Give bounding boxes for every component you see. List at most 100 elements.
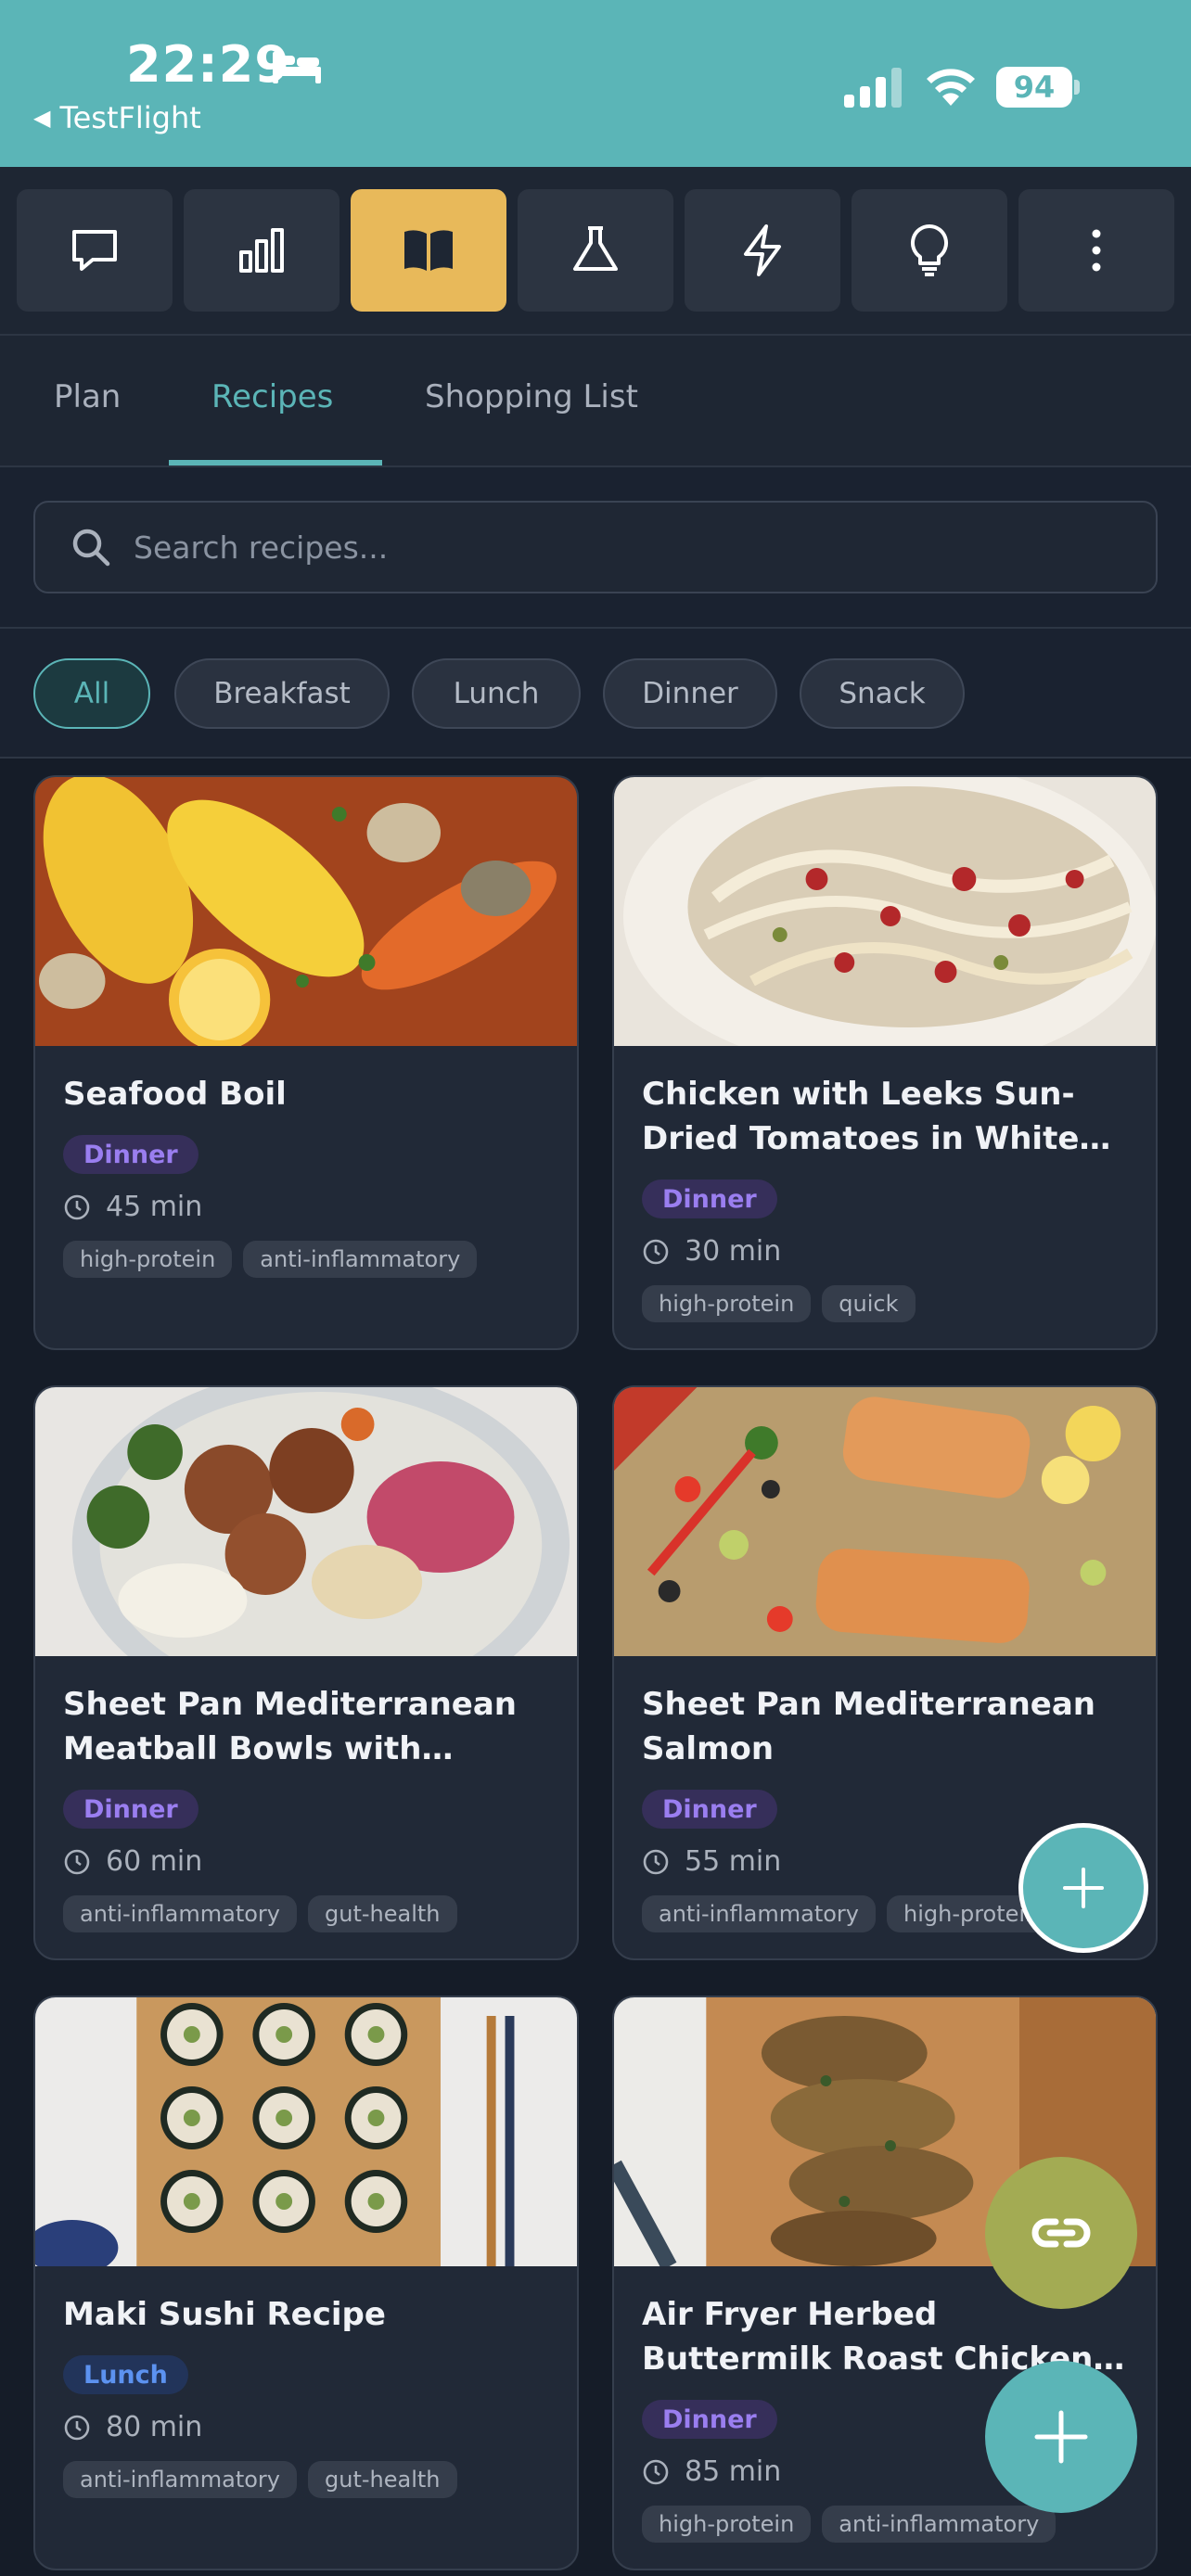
bed-icon (273, 52, 321, 83)
recipe-title: Chicken with Leeks Sun-Dried Tomatoes in… (642, 1076, 1080, 1157)
recipe-title: Sheet Pan Mediterranean Salmon (642, 1686, 1095, 1767)
clock-icon (64, 1849, 90, 1874)
search-area (0, 467, 1191, 629)
tab-shopping-list[interactable]: Shopping List (425, 378, 638, 415)
search-input[interactable] (134, 529, 1156, 566)
tag: anti-inflammatory (63, 2461, 297, 2498)
status-time: 22:29 (126, 35, 290, 94)
meal-badge: Lunch (63, 2355, 188, 2394)
cook-time-value: 60 min (106, 1845, 203, 1878)
tag-list: high-protein anti-inflammatory (63, 1241, 478, 1278)
cook-time: 80 min (63, 2411, 202, 2443)
tag: high-protein (63, 1241, 233, 1278)
tag: high-protein (642, 2506, 812, 2543)
recipe-title: Sheet Pan Mediterranean Meatball Bowls w… (63, 1686, 517, 1767)
tag: high-protein (642, 1285, 812, 1322)
lab-button[interactable] (518, 189, 673, 312)
tag: gut-health (308, 1895, 457, 1932)
cook-time-value: 85 min (685, 2455, 782, 2488)
plus-icon (1034, 2410, 1088, 2464)
filter-lunch[interactable]: Lunch (412, 658, 581, 729)
toolbar (0, 167, 1191, 336)
tag-list: high-protein quick (642, 1285, 916, 1322)
clock-icon (64, 1194, 90, 1219)
chat-bubble-icon (72, 230, 117, 271)
cook-time-value: 80 min (106, 2411, 203, 2443)
filter-breakfast[interactable]: Breakfast (174, 658, 390, 729)
bar-chart-icon (239, 228, 284, 273)
filter-snack[interactable]: Snack (800, 658, 965, 729)
quick-actions-button[interactable] (685, 189, 840, 312)
filter-all[interactable]: All (33, 658, 150, 729)
battery-nub (1074, 80, 1080, 95)
recipe-image-maki-sushi (35, 1997, 577, 2266)
meal-badge: Dinner (642, 1180, 777, 1218)
more-button[interactable] (1018, 189, 1174, 312)
recipe-image-seafood-boil (35, 777, 577, 1046)
tag: gut-health (308, 2461, 457, 2498)
tab-recipes[interactable]: Recipes (211, 378, 333, 415)
meal-badge: Dinner (642, 1790, 777, 1829)
search-icon (72, 529, 110, 567)
recipes-book-button[interactable] (351, 189, 506, 312)
status-bar: 22:29 ◀ TestFlight 94 (0, 0, 1191, 167)
more-vertical-icon (1092, 229, 1101, 272)
recipe-card[interactable]: Sheet Pan Mediterranean Meatball Bowls w… (33, 1385, 579, 1960)
meal-filter-bar: All Breakfast Lunch Dinner Snack (0, 629, 1191, 759)
back-arrow-icon: ◀ (33, 105, 51, 131)
tag: quick (822, 1285, 916, 1322)
tab-plan[interactable]: Plan (54, 378, 121, 415)
stats-button[interactable] (184, 189, 339, 312)
lightning-icon (744, 224, 781, 276)
cook-time: 30 min (642, 1235, 781, 1268)
cook-time-value: 30 min (685, 1235, 782, 1268)
back-label: TestFlight (59, 100, 201, 135)
search-box[interactable] (33, 501, 1158, 593)
cook-time: 45 min (63, 1191, 202, 1223)
lightbulb-icon (910, 223, 949, 276)
recipe-image-chicken-leeks (614, 777, 1156, 1046)
flask-icon (573, 226, 618, 271)
cellular-signal-icon (844, 68, 902, 108)
plus-icon (1063, 1868, 1104, 1908)
tag: anti-inflammatory (642, 1895, 876, 1932)
cook-time: 55 min (642, 1845, 781, 1878)
import-link-button[interactable] (985, 2157, 1137, 2309)
link-icon (1031, 2218, 1091, 2248)
tag-list: anti-inflammatory gut-health (63, 1895, 457, 1932)
tag: anti-inflammatory (822, 2506, 1057, 2543)
battery-indicator: 94 (996, 67, 1080, 108)
meal-badge: Dinner (642, 2400, 777, 2439)
wifi-icon (927, 69, 975, 106)
tag: anti-inflammatory (243, 1241, 478, 1278)
add-recipe-button[interactable] (1018, 1823, 1148, 1953)
back-to-testflight[interactable]: ◀ TestFlight (33, 100, 201, 135)
recipe-card[interactable]: Seafood Boil Dinner 45 min high-protein … (33, 775, 579, 1350)
tab-bar: Plan Recipes Shopping List (0, 336, 1191, 467)
tag-list: anti-inflammatory high-protein (642, 1895, 1057, 1932)
recipe-image-mediterranean-salmon (614, 1387, 1156, 1656)
tag: anti-inflammatory (63, 1895, 297, 1932)
book-icon (404, 230, 453, 271)
clock-icon (643, 1239, 669, 1264)
recipe-image-meatball-bowls (35, 1387, 577, 1656)
clock-icon (643, 2459, 669, 2484)
cook-time-value: 55 min (685, 1845, 782, 1878)
add-button[interactable] (985, 2361, 1137, 2513)
clock-icon (64, 2415, 90, 2440)
battery-level: 94 (996, 67, 1072, 108)
tag-list: high-protein anti-inflammatory (642, 2506, 1057, 2543)
cook-time: 85 min (642, 2455, 781, 2488)
meal-badge: Dinner (63, 1790, 198, 1829)
cook-time-value: 45 min (106, 1191, 203, 1223)
meal-badge: Dinner (63, 1135, 198, 1174)
chat-button[interactable] (17, 189, 173, 312)
recipe-card[interactable]: Maki Sushi Recipe Lunch 80 min anti-infl… (33, 1996, 579, 2570)
cook-time: 60 min (63, 1845, 202, 1878)
recipe-title: Maki Sushi Recipe (63, 2296, 386, 2333)
recipe-card[interactable]: Chicken with Leeks Sun-Dried Tomatoes in… (612, 775, 1158, 1350)
clock-icon (643, 1849, 669, 1874)
ideas-button[interactable] (852, 189, 1007, 312)
tag-list: anti-inflammatory gut-health (63, 2461, 457, 2498)
filter-dinner[interactable]: Dinner (603, 658, 777, 729)
